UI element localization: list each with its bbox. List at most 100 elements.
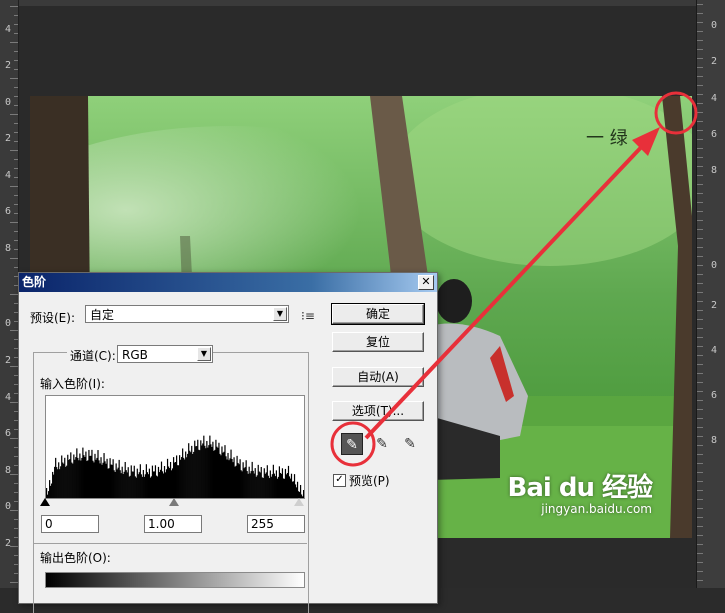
ok-button[interactable]: 确定: [331, 303, 425, 325]
ruler-label: 2: [5, 133, 12, 144]
ruler-tick: [697, 553, 703, 554]
ruler-label: 2: [711, 56, 718, 67]
preview-label: 预览(P): [349, 474, 390, 488]
dialog-title: 色阶: [22, 275, 47, 289]
ruler-tick: [697, 364, 703, 365]
ruler-tick: [14, 51, 18, 52]
input-white-field[interactable]: 255: [247, 515, 305, 533]
ruler-tick: [697, 139, 703, 140]
gray-point-eyedropper-icon[interactable]: ✎: [371, 433, 393, 455]
ruler-tick: [697, 175, 703, 176]
ruler-tick: [10, 582, 18, 583]
white-point-slider[interactable]: [294, 498, 304, 506]
input-gamma-field[interactable]: 1.00: [144, 515, 202, 533]
ruler-tick: [697, 202, 703, 203]
ruler-tick: [10, 366, 18, 367]
input-levels-label: 输入色阶(I):: [40, 377, 105, 391]
ruler-label: 0: [5, 97, 12, 108]
ruler-tick: [697, 580, 703, 581]
ruler-tick: [14, 96, 18, 97]
ruler-tick: [697, 121, 703, 122]
output-levels-label: 输出色阶(O):: [40, 551, 111, 565]
ruler-tick: [697, 436, 703, 437]
ruler-tick: [10, 186, 18, 187]
ruler-tick: [14, 123, 18, 124]
channel-select[interactable]: RGB ▼: [117, 345, 213, 363]
ruler-tick: [697, 184, 703, 185]
ruler-tick: [14, 69, 18, 70]
ruler-label: 0: [5, 318, 12, 329]
reset-button[interactable]: 复位: [332, 332, 424, 352]
ruler-tick: [697, 211, 703, 212]
ruler-tick: [697, 283, 703, 284]
ruler-tick: [10, 42, 18, 43]
preset-select[interactable]: 自定 ▼: [85, 305, 289, 323]
ruler-tick: [697, 418, 703, 419]
left-ruler: 4 2 0 2 4 6 8 0 2 4 6 8 0 2: [0, 0, 19, 588]
preview-checkbox[interactable]: ✓: [333, 474, 346, 487]
ruler-tick: [14, 240, 18, 241]
ruler-label: 4: [711, 93, 718, 104]
ruler-tick: [697, 166, 703, 167]
ruler-tick: [10, 258, 18, 259]
gamma-slider[interactable]: [169, 498, 179, 506]
ruler-tick: [697, 409, 703, 410]
dialog-titlebar[interactable]: 色阶 ✕: [19, 273, 437, 292]
ruler-tick: [697, 49, 703, 50]
top-ruler: [18, 0, 697, 6]
chevron-down-icon: ▼: [197, 347, 211, 361]
ruler-tick: [697, 301, 703, 302]
ruler-tick: [14, 105, 18, 106]
ruler-tick: [697, 13, 703, 14]
ruler-label: 6: [711, 129, 718, 140]
close-button[interactable]: ✕: [418, 275, 434, 290]
ruler-tick: [697, 103, 703, 104]
ruler-tick: [14, 204, 18, 205]
ruler-label: 4: [5, 170, 12, 181]
ruler-tick: [697, 157, 703, 158]
ruler-tick: [10, 402, 18, 403]
ruler-tick: [697, 472, 703, 473]
output-gradient-bar[interactable]: [45, 572, 305, 588]
ruler-tick: [697, 4, 703, 5]
options-button[interactable]: 选项(T)...: [332, 401, 424, 421]
ruler-tick: [697, 508, 703, 509]
black-point-eyedropper-icon[interactable]: ✎: [341, 433, 363, 455]
ruler-tick: [697, 247, 703, 248]
ruler-tick: [697, 265, 703, 266]
histogram: [45, 395, 305, 499]
white-point-eyedropper-icon[interactable]: ✎: [399, 433, 421, 455]
channel-label: 通道(C):: [67, 347, 119, 364]
ruler-tick: [14, 249, 18, 250]
ruler-tick: [697, 67, 703, 68]
ruler-tick: [697, 130, 703, 131]
black-point-slider[interactable]: [40, 498, 50, 506]
ruler-tick: [14, 87, 18, 88]
ruler-tick: [697, 562, 703, 563]
ruler-tick: [697, 76, 703, 77]
ruler-label: 0: [711, 260, 718, 271]
ruler-tick: [10, 6, 18, 7]
ruler-tick: [697, 526, 703, 527]
input-levels-slider[interactable]: [40, 497, 304, 511]
ruler-tick: [697, 391, 703, 392]
watermark-url: jingyan.baidu.com: [541, 502, 652, 516]
ruler-tick: [14, 267, 18, 268]
ruler-tick: [14, 159, 18, 160]
ruler-tick: [697, 382, 703, 383]
right-panel-ruler: 0 2 4 6 8 0 2 4 6 8: [696, 0, 725, 588]
input-black-field[interactable]: 0: [41, 515, 99, 533]
ruler-tick: [697, 490, 703, 491]
channel-value: RGB: [122, 348, 148, 362]
ruler-label: 8: [5, 243, 12, 254]
preset-options-icon[interactable]: ⁝≡: [301, 309, 315, 323]
auto-button[interactable]: 自动(A): [332, 367, 424, 387]
ruler-tick: [697, 355, 703, 356]
ruler-label: 2: [5, 60, 12, 71]
ruler-tick: [697, 292, 703, 293]
ruler-tick: [697, 256, 703, 257]
ruler-tick: [10, 474, 18, 475]
ruler-tick: [697, 499, 703, 500]
levels-dialog: 色阶 ✕ 预设(E): 自定 ▼ ⁝≡ 确定 复位 自动(A) 选项(T)...…: [18, 272, 438, 613]
ruler-tick: [697, 373, 703, 374]
